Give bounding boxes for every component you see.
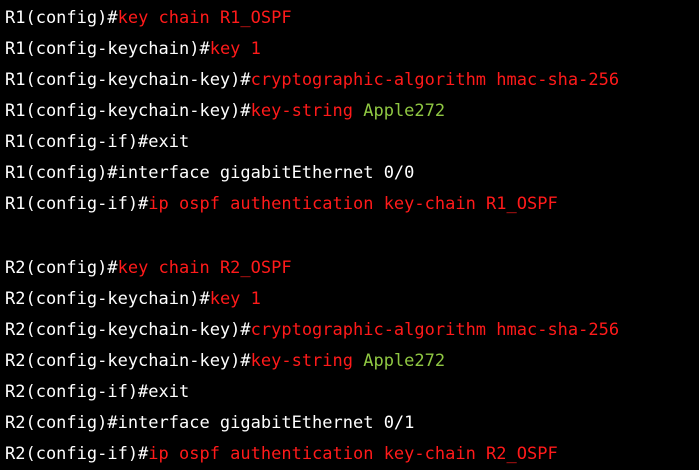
terminal-line: R1(config)#interface gigabitEthernet 0/0: [5, 158, 699, 189]
terminal-line: R2(config-keychain-key)#key-string Apple…: [5, 346, 699, 377]
command-text: cryptographic-algorithm hmac-sha-256: [250, 70, 620, 90]
prompt-text: R1(config)#: [5, 8, 118, 28]
terminal-line: R1(config)#key chain R1_OSPF: [5, 3, 699, 34]
command-text: ip ospf authentication key-chain R1_OSPF: [148, 194, 558, 214]
terminal-line: R1(config-if)#ip ospf authentication key…: [5, 189, 699, 220]
command-text: key chain R2_OSPF: [117, 258, 292, 278]
command-text: ip ospf authentication key-chain R2_OSPF: [148, 444, 558, 464]
prompt-text: R2(config-if)#exit: [5, 382, 190, 402]
command-text: key chain R1_OSPF: [117, 8, 292, 28]
terminal-line: R1(config-keychain)#key 1: [5, 34, 699, 65]
command-text: key 1: [209, 39, 261, 59]
terminal-line: R2(config)#key chain R2_OSPF: [5, 253, 699, 284]
command-text: cryptographic-algorithm hmac-sha-256: [250, 320, 620, 340]
command-text: key-string: [250, 101, 364, 121]
prompt-text: R2(config)#: [5, 258, 118, 278]
prompt-text: R2(config)#interface gigabitEthernet 0/1: [5, 413, 415, 433]
prompt-text: R1(config)#interface gigabitEthernet 0/0: [5, 163, 415, 183]
argument-text: Apple272: [363, 101, 446, 121]
command-text: key 1: [209, 289, 261, 309]
terminal-output: R1(config)#key chain R1_OSPF R1(config-k…: [0, 0, 699, 469]
prompt-text: R1(config-keychain-key)#: [5, 101, 251, 121]
prompt-text: R2(config-keychain-key)#: [5, 351, 251, 371]
prompt-text: R1(config-keychain-key)#: [5, 70, 251, 90]
command-text: key-string: [250, 351, 364, 371]
terminal-line: R1(config-if)#exit: [5, 127, 699, 158]
prompt-text: R1(config-if)#: [5, 194, 149, 214]
terminal-line: R2(config-keychain-key)#cryptographic-al…: [5, 315, 699, 346]
prompt-text: R1(config-keychain)#: [5, 39, 210, 59]
prompt-text: R1(config-if)#exit: [5, 132, 190, 152]
terminal-line: R2(config-if)#ip ospf authentication key…: [5, 439, 699, 470]
terminal-line: R2(config-if)#exit: [5, 377, 699, 408]
terminal-line: R1(config-keychain-key)#cryptographic-al…: [5, 65, 699, 96]
terminal-line: R2(config)#interface gigabitEthernet 0/1: [5, 408, 699, 439]
terminal-line: R2(config-keychain)#key 1: [5, 284, 699, 315]
prompt-text: R2(config-keychain-key)#: [5, 320, 251, 340]
argument-text: Apple272: [363, 351, 446, 371]
terminal-line: R1(config-keychain-key)#key-string Apple…: [5, 96, 699, 127]
prompt-text: R2(config-keychain)#: [5, 289, 210, 309]
prompt-text: R2(config-if)#: [5, 444, 149, 464]
